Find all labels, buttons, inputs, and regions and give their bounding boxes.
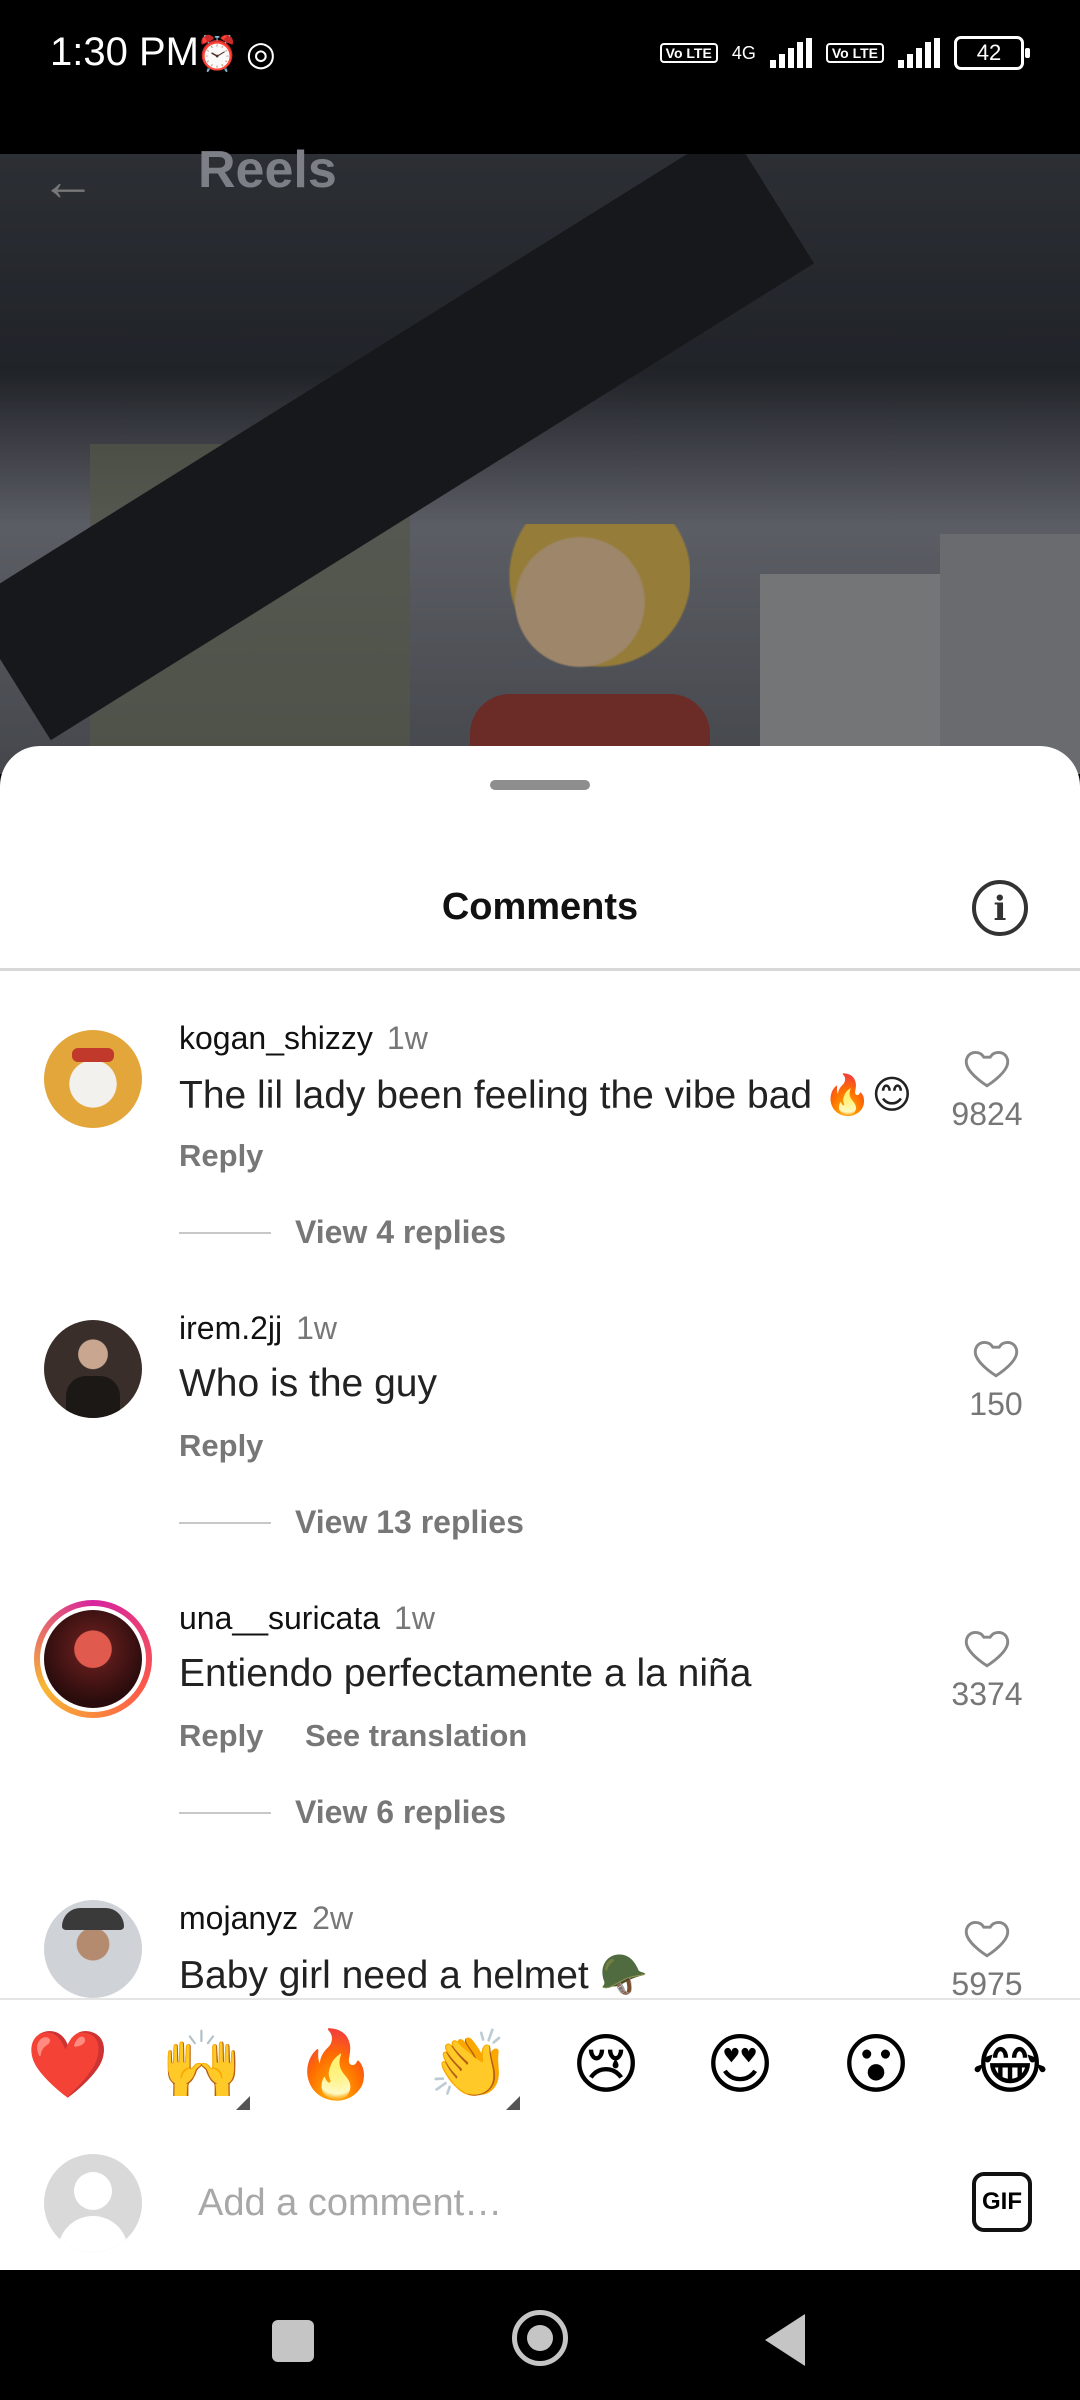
emoji-surprised[interactable]: 😮 (826, 2026, 926, 2103)
like-count: 3374 (951, 1676, 1023, 1712)
replies-line (179, 1522, 271, 1524)
info-icon[interactable]: i (972, 880, 1028, 936)
like-count: 9824 (951, 1096, 1023, 1132)
divider (0, 968, 1080, 971)
volte-icon: Vo LTE (659, 43, 718, 63)
comment-composer: GIF (0, 2134, 1080, 2270)
comment-text: The lil lady been feeling the vibe bad 🔥… (179, 1074, 913, 1117)
story-ring (34, 1600, 152, 1718)
avatar-body (66, 1376, 120, 1418)
view-replies-button[interactable]: View 6 replies (295, 1794, 506, 1831)
reply-button[interactable]: Reply (179, 1428, 263, 1464)
comment-username[interactable]: kogan_shizzy 1w (179, 1020, 428, 1057)
system-nav-bar (0, 2270, 1080, 2400)
back-arrow-icon[interactable]: ← (40, 148, 96, 213)
reel-video[interactable] (0, 154, 1080, 774)
emoji-laughing[interactable]: 😂 (960, 2026, 1060, 2103)
comment-text: Baby girl need a helmet 🪖 (179, 1954, 649, 1997)
status-time: 1:30 PM (50, 30, 199, 74)
avatar-hat (62, 1908, 124, 1930)
replies-line (179, 1812, 271, 1814)
like-count: 150 (969, 1386, 1023, 1422)
emoji-heart-eyes[interactable]: 😍 (690, 2026, 790, 2103)
page-title: Reels (198, 141, 337, 199)
battery-icon: 42 (954, 36, 1030, 70)
my-avatar (44, 2154, 142, 2252)
comment-item: kogan_shizzy 1w The lil lady been feeling… (0, 1020, 1080, 1320)
see-translation-button[interactable]: See translation (305, 1718, 527, 1754)
emoji-clapping[interactable]: 👏 (420, 2026, 520, 2104)
emoji-raising-hands[interactable]: 🙌 (152, 2026, 252, 2104)
avatar[interactable] (44, 1030, 142, 1128)
alarm-icon: ⏰ (196, 35, 239, 73)
comment-item: irem.2jj 1w Who is the guy Reply View 13 … (0, 1310, 1080, 1610)
back-button[interactable] (765, 2314, 805, 2366)
comment-username[interactable]: mojanyz 2w (179, 1900, 353, 1937)
comment-time: 1w (296, 1310, 338, 1346)
heart-icon[interactable] (962, 1042, 1012, 1092)
comment-item: mojanyz 2w Baby girl need a helmet 🪖 5975 (0, 1900, 1080, 1998)
status-bar: 1:30 PM ⏰ ◎ Vo LTE 4G Vo LTE 42 (0, 0, 1080, 154)
signal-icon (769, 38, 812, 68)
view-replies-button[interactable]: View 4 replies (295, 1214, 506, 1251)
comment-username[interactable]: una__suricata 1w (179, 1600, 435, 1637)
comment-input[interactable] (196, 2174, 900, 2232)
comment-item: una__suricata 1w Entiendo perfectamente a… (0, 1600, 1080, 1900)
reply-button[interactable]: Reply (179, 1718, 263, 1754)
emoji-fire[interactable]: 🔥 (286, 2026, 386, 2104)
heart-icon[interactable] (962, 1622, 1012, 1672)
avatar[interactable] (44, 1610, 142, 1708)
reply-button[interactable]: Reply (179, 1138, 263, 1174)
sheet-title: Comments (441, 886, 639, 928)
skin-tone-indicator (236, 2096, 250, 2110)
video-dim-overlay (0, 154, 1080, 774)
comment-time: 1w (386, 1020, 428, 1056)
comment-time: 1w (394, 1600, 435, 1636)
avatar-head (74, 2172, 112, 2210)
avatar[interactable] (44, 1320, 142, 1418)
emoji-heart[interactable]: ❤️ (18, 2026, 118, 2104)
replies-line (179, 1232, 271, 1234)
recents-button[interactable] (272, 2320, 314, 2362)
gif-button[interactable]: GIF (972, 2172, 1032, 2232)
network-type: 4G (731, 42, 756, 63)
volte-icon-2: Vo LTE (825, 43, 884, 63)
drag-handle[interactable] (490, 780, 590, 790)
skin-tone-indicator (506, 2096, 520, 2110)
avatar-body (58, 2216, 128, 2252)
status-indicators: Vo LTE 4G Vo LTE 42 (659, 36, 1030, 70)
heart-icon[interactable] (971, 1332, 1021, 1382)
home-button[interactable] (512, 2310, 568, 2366)
heart-icon[interactable] (962, 1912, 1012, 1962)
emoji-bar: ❤️ 🙌 🔥 👏 😢 😍 😮 😂 (0, 1998, 1080, 2136)
avatar-sunglasses (72, 1048, 114, 1062)
like-count: 5975 (951, 1966, 1023, 1998)
signal-icon-2 (898, 38, 940, 68)
comment-text: Entiendo perfectamente a la niña (179, 1652, 752, 1695)
emoji-crying[interactable]: 😢 (556, 2026, 656, 2103)
avatar[interactable] (44, 1900, 142, 1998)
comment-username[interactable]: irem.2jj 1w (179, 1310, 337, 1347)
view-replies-button[interactable]: View 13 replies (295, 1504, 524, 1541)
comment-time: 2w (312, 1900, 354, 1936)
comment-text: Who is the guy (179, 1362, 437, 1405)
chrome-icon: ◎ (246, 35, 276, 73)
